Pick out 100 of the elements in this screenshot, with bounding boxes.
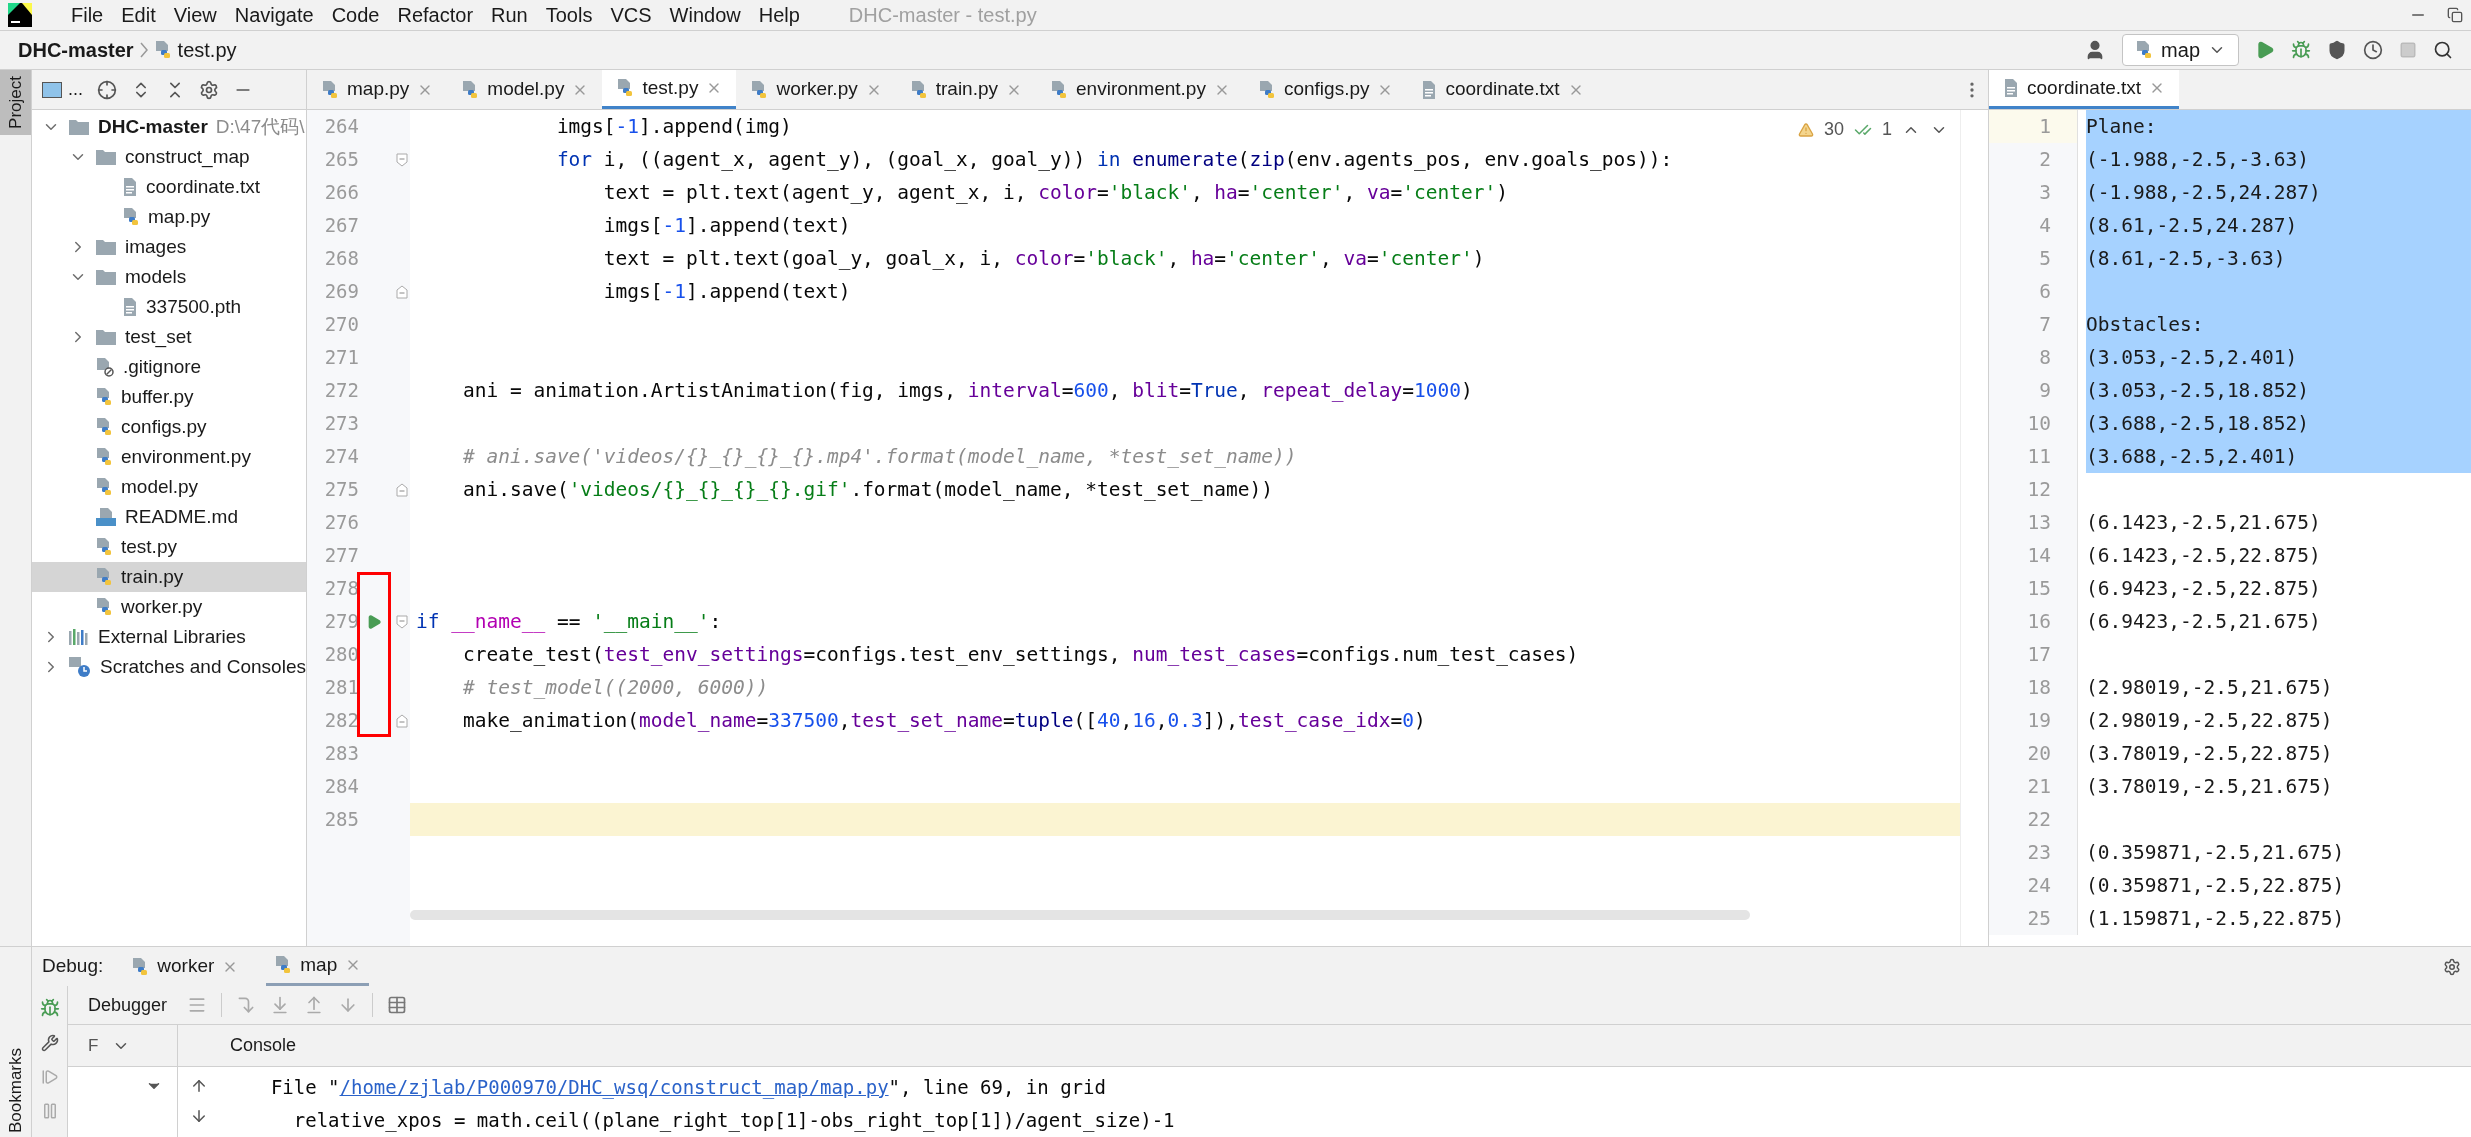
tree-item[interactable]: map.py — [32, 202, 306, 232]
warning-icon[interactable] — [1797, 121, 1814, 138]
text-line: (2.98019,-2.5,22.875) — [2086, 709, 2333, 732]
tree-item[interactable]: .gitignore — [32, 352, 306, 382]
text-line: (3.688,-2.5,2.401) — [2086, 445, 2298, 468]
tree-item-label: environment.py — [121, 444, 251, 469]
frames-label[interactable]: F — [88, 1032, 99, 1059]
breadcrumb-file[interactable]: test.py — [177, 35, 237, 65]
tree-item[interactable]: environment.py — [32, 442, 306, 472]
line-number: 20 — [1989, 737, 2078, 770]
line-number: 15 — [1989, 572, 2078, 605]
warning-count[interactable]: 30 — [1823, 116, 1844, 143]
menu-item[interactable]: View — [164, 0, 226, 30]
debug-icon[interactable] — [2291, 40, 2311, 60]
debug-session-tab[interactable]: worker — [123, 947, 247, 986]
menu-item[interactable]: Window — [660, 0, 750, 30]
console-tab[interactable]: Console — [230, 1032, 297, 1059]
tree-item[interactable]: test_set — [32, 322, 306, 352]
tree-item[interactable]: README.md — [32, 502, 306, 532]
tree-item[interactable]: 337500.pth — [32, 292, 306, 322]
horizontal-scrollbar[interactable] — [410, 910, 1750, 920]
line-number: 265 — [323, 147, 359, 172]
wrench-icon[interactable] — [40, 1034, 59, 1052]
tree-item-label: configs.py — [121, 414, 207, 439]
run-configuration-dropdown[interactable]: map — [2122, 34, 2239, 66]
coverage-icon[interactable] — [2327, 40, 2347, 60]
tree-item[interactable]: coordinate.txt — [32, 172, 306, 202]
debug-label: Debug: — [42, 954, 104, 979]
editor-tab[interactable]: map.py — [307, 70, 448, 109]
stop-icon[interactable] — [2399, 41, 2417, 59]
code-line: create_test(test_env_settings=configs.test_env_settings, num_test_cases=configs.num_test_cases) — [461, 643, 1579, 666]
debugger-tab[interactable]: Debugger — [82, 991, 174, 1019]
line-number: 25 — [1989, 902, 2078, 935]
fold-marker-icon[interactable] — [395, 152, 408, 167]
tree-item[interactable]: images — [32, 232, 306, 262]
editor-tab[interactable]: environment.py — [1036, 70, 1244, 109]
resume-icon[interactable] — [40, 1068, 59, 1086]
breadcrumb-project[interactable]: DHC-master — [18, 35, 134, 65]
python-file-icon — [750, 79, 769, 100]
bookmarks-tool-window-tab[interactable]: Bookmarks — [2, 1047, 29, 1133]
menu-item[interactable]: Edit — [112, 0, 165, 30]
tree-item[interactable]: models — [32, 262, 306, 292]
fold-end-marker-icon[interactable] — [395, 482, 408, 497]
line-number: 280 — [323, 642, 359, 667]
menu-item[interactable]: Help — [749, 0, 809, 30]
tree-item[interactable]: configs.py — [32, 412, 306, 442]
editor-tab[interactable]: test.py — [602, 70, 737, 109]
menu-item[interactable]: VCS — [601, 0, 661, 30]
tree-item[interactable]: test.py — [32, 532, 306, 562]
text-line: (6.9423,-2.5,21.675) — [2086, 610, 2321, 633]
python-file-icon — [95, 447, 113, 467]
down-arrow-icon[interactable] — [190, 1107, 208, 1125]
fold-marker-icon[interactable] — [395, 614, 408, 629]
editor-tab[interactable]: coordinate.txt — [1989, 70, 2180, 109]
run-icon[interactable] — [2255, 40, 2275, 60]
tree-item[interactable]: construct_map — [32, 142, 306, 172]
file-link[interactable]: /home/zjlab/P000970/DHC_wsq/construct_map/map.py — [339, 1076, 889, 1098]
editor-tab[interactable]: configs.py — [1243, 70, 1408, 109]
tree-item[interactable]: External Libraries — [32, 622, 306, 652]
editor-tab[interactable]: coordinate.txt — [1407, 70, 1598, 109]
locate-icon[interactable] — [97, 79, 117, 100]
folder-icon — [68, 118, 90, 136]
search-icon[interactable] — [2433, 40, 2453, 60]
line-number: 14 — [1989, 539, 2078, 572]
menu-item[interactable]: Refactor — [388, 0, 483, 30]
breadcrumb-separator-icon — [139, 42, 148, 58]
editor-tab[interactable]: train.py — [895, 70, 1037, 109]
profile-icon[interactable] — [2363, 40, 2383, 60]
project-view-selector[interactable]: ... — [42, 76, 83, 103]
editor-tab[interactable]: worker.py — [736, 70, 896, 109]
fold-end-marker-icon[interactable] — [395, 713, 408, 728]
tree-item[interactable]: worker.py — [32, 592, 306, 622]
menu-item[interactable]: File — [62, 0, 113, 30]
settings-icon[interactable] — [199, 79, 219, 100]
tree-item-label: DHC-master — [98, 114, 208, 139]
settings-icon[interactable] — [2443, 957, 2461, 976]
tree-item[interactable]: train.py — [32, 562, 306, 592]
run-icon[interactable] — [366, 613, 382, 630]
tree-item[interactable]: model.py — [32, 472, 306, 502]
folder-icon — [95, 268, 117, 286]
text-line: (8.61,-2.5,-3.63) — [2086, 247, 2286, 270]
project-tool-window-tab[interactable]: Project — [0, 70, 31, 135]
tree-item[interactable]: DHC-master D:\47代码\ — [32, 112, 306, 142]
menu-item[interactable]: Tools — [536, 0, 602, 30]
python-icon — [274, 955, 293, 975]
restore-icon[interactable] — [2447, 7, 2463, 23]
tree-item[interactable]: buffer.py — [32, 382, 306, 412]
evaluate-icon[interactable] — [387, 995, 408, 1015]
fold-end-marker-icon[interactable] — [395, 284, 408, 299]
debug-icon[interactable] — [39, 998, 60, 1018]
console-line: relative_xpos = math.ceil((plane_right_top[1]-obs_right_top[1])/agent_size)-1 — [292, 1108, 1176, 1134]
menu-item[interactable]: Code — [322, 0, 389, 30]
menu-item[interactable]: Run — [482, 0, 537, 30]
tree-item-label: test_set — [125, 324, 192, 350]
tree-item[interactable]: Scratches and Consoles — [32, 652, 306, 682]
line-number: 264 — [323, 114, 359, 139]
editor-tab[interactable]: model.py — [447, 70, 603, 109]
weak-warning-count[interactable]: 1 — [1882, 116, 1892, 143]
step-over-icon[interactable] — [236, 995, 257, 1015]
menu-item[interactable]: Navigate — [225, 0, 323, 30]
